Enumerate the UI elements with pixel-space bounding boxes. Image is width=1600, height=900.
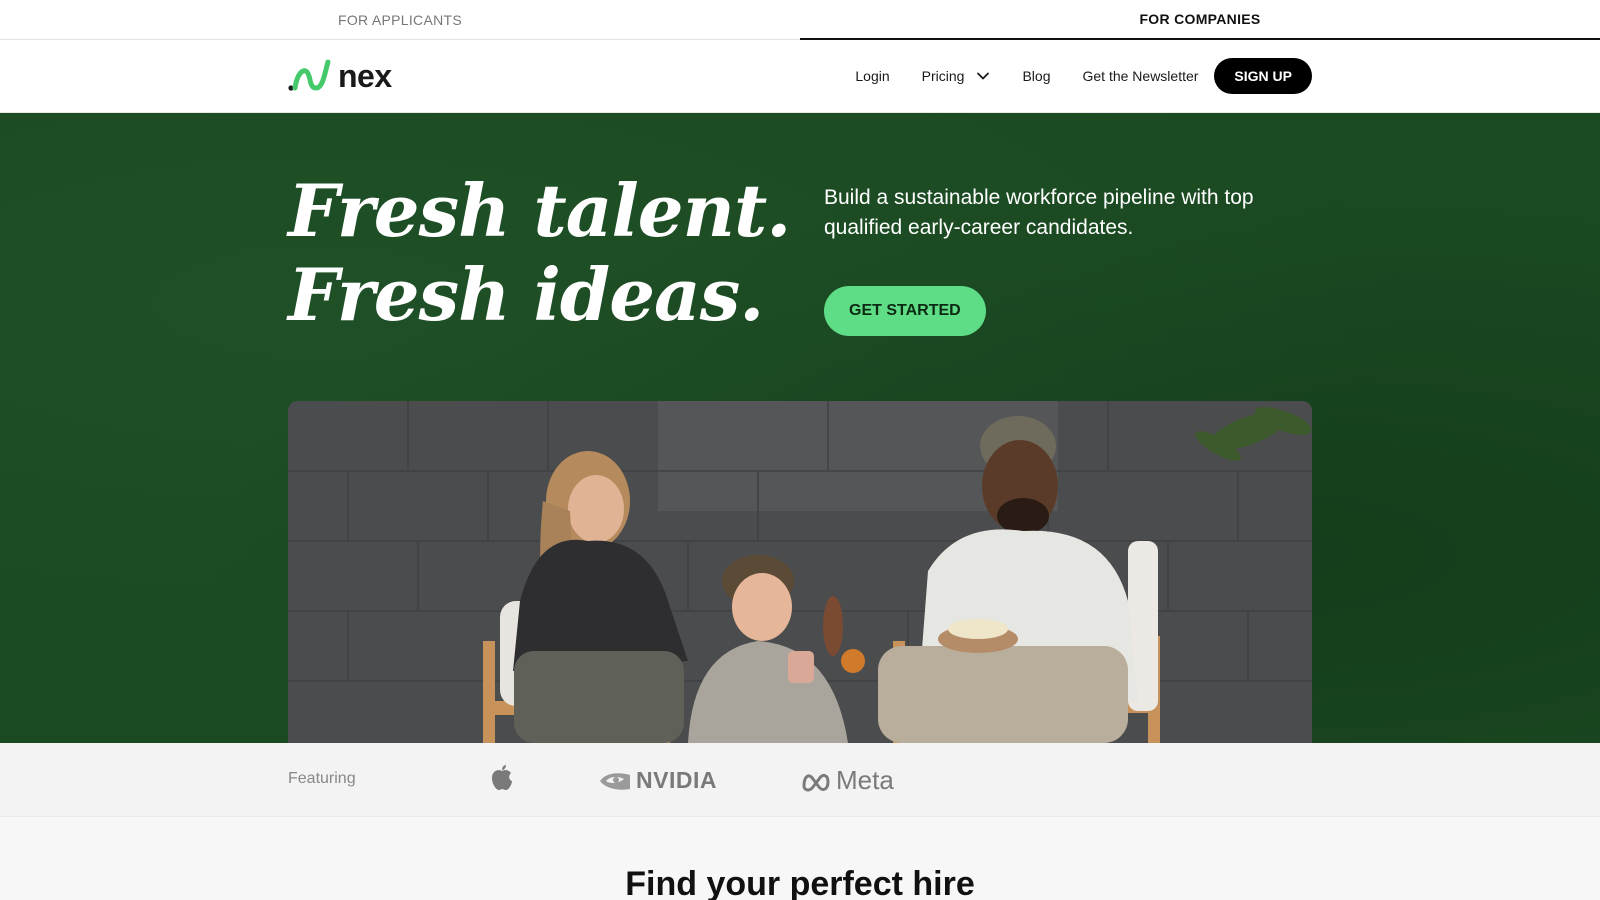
featuring-label: Featuring <box>288 770 356 787</box>
section-title: Find your perfect hire <box>625 865 975 900</box>
logo-wordmark: nex <box>338 58 392 94</box>
nex-wave-logo-icon <box>288 58 334 94</box>
nav-login[interactable]: Login <box>855 68 889 84</box>
nvidia-wordmark: NVIDIA <box>636 767 717 793</box>
tab-for-companies[interactable]: FOR COMPANIES <box>800 0 1600 40</box>
meta-logo-icon: Meta <box>800 765 894 796</box>
audience-tabs: FOR APPLICANTS FOR COMPANIES <box>0 0 1600 40</box>
nvidia-logo-icon: NVIDIA <box>598 767 717 794</box>
tab-for-applicants[interactable]: FOR APPLICANTS <box>0 0 800 40</box>
sign-up-button[interactable]: SIGN UP <box>1214 58 1312 94</box>
hero-headline: Fresh talent. Fresh ideas. <box>288 168 791 337</box>
chevron-down-icon <box>976 69 990 83</box>
meta-wordmark: Meta <box>836 765 894 795</box>
nav-newsletter[interactable]: Get the Newsletter <box>1082 68 1198 84</box>
get-started-button[interactable]: GET STARTED <box>824 286 986 336</box>
hero-photo <box>288 401 1312 743</box>
site-header: nex Login Pricing Blog Get the Newslette… <box>0 40 1600 113</box>
nav-blog[interactable]: Blog <box>1022 68 1050 84</box>
site-logo[interactable]: nex <box>288 58 392 94</box>
hero-headline-line-2: Fresh ideas. <box>288 252 764 337</box>
hero-headline-line-1: Fresh talent. <box>288 168 791 253</box>
hero-section: Fresh talent. Fresh ideas. Build a susta… <box>0 113 1600 743</box>
featuring-bar: Featuring NVIDIA Meta <box>0 743 1600 817</box>
main-nav: Login Pricing Blog Get the Newsletter SI… <box>855 58 1312 94</box>
nav-pricing[interactable]: Pricing <box>922 68 991 84</box>
hire-section: Find your perfect hire <box>0 817 1600 900</box>
hero-subtitle: Build a sustainable workforce pipeline w… <box>824 186 1254 239</box>
apple-logo-icon <box>490 763 514 796</box>
nav-pricing-label: Pricing <box>921 68 965 84</box>
